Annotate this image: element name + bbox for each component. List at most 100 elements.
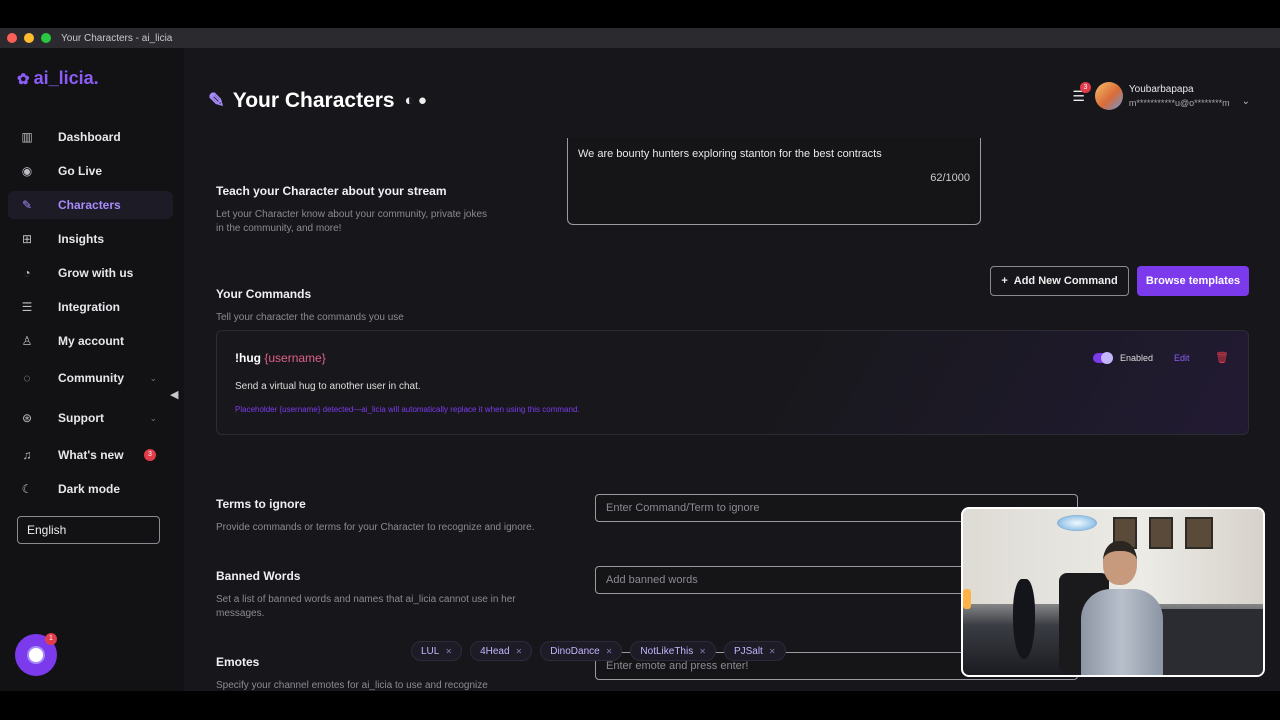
maximize-window-button[interactable] <box>41 33 51 43</box>
toggle-knob <box>1101 352 1113 364</box>
emote-chip: LUL ✕ <box>411 641 463 661</box>
webcam-overlay <box>961 507 1265 677</box>
remove-icon[interactable]: ✕ <box>606 647 613 656</box>
growth-icon: ◔ <box>23 266 31 280</box>
chat-bubble-icon <box>27 646 45 664</box>
sidebar: ✿ ai_licia. ▥ Dashboard ◉ Go Live ✎ Char… <box>0 48 184 691</box>
title-bar: Your Characters - ai_licia <box>0 28 1280 48</box>
logo[interactable]: ✿ ai_licia. <box>17 68 99 89</box>
sidebar-item-grow[interactable]: ◔ Grow with us <box>8 259 173 287</box>
add-command-button[interactable]: + Add New Command <box>990 266 1129 296</box>
sidebar-item-label: Integration <box>58 300 120 314</box>
webcam-poster <box>1185 517 1213 549</box>
sidebar-item-label: Dashboard <box>58 130 121 144</box>
command-placeholder-note: Placeholder {username} detected—ai_licia… <box>235 405 580 414</box>
sidebar-item-insights[interactable]: ⊞ Insights <box>8 225 173 253</box>
emote-chip-label: NotLikeThis <box>640 645 694 657</box>
remove-icon[interactable]: ✕ <box>769 647 776 656</box>
character-icon: ✎ <box>21 198 33 212</box>
stream-description-value: We are bounty hunters exploring stanton … <box>578 148 882 160</box>
emote-chip: PJSalt ✕ <box>723 641 786 661</box>
sidebar-item-label: Support <box>58 411 104 425</box>
command-placeholder: {username} <box>264 351 326 365</box>
status-icons: ◐ ● <box>404 92 427 109</box>
chevron-down-icon: ⌄ <box>149 372 157 383</box>
command-status: Enabled <box>1120 353 1154 363</box>
webcam-streamer-body <box>1081 589 1163 675</box>
remove-icon[interactable]: ✕ <box>699 647 706 656</box>
collapse-sidebar-icon[interactable]: ◀ <box>170 388 178 401</box>
emote-chip-label: LUL <box>421 645 440 657</box>
user-icon: ♙ <box>21 334 33 348</box>
sidebar-item-label: Characters <box>58 198 121 212</box>
moon-icon: ☾ <box>21 482 33 496</box>
trash-icon[interactable]: 🗑 <box>1215 351 1229 364</box>
character-icon: ✎ <box>208 90 225 112</box>
bar-chart-icon: ▥ <box>21 130 33 144</box>
sidebar-item-community[interactable]: ◌ Community ⌄ <box>8 364 173 392</box>
emote-chip-label: 4Head <box>480 645 510 657</box>
stream-description-field[interactable]: We are bounty hunters exploring stanton … <box>567 138 981 225</box>
sidebar-item-label: Insights <box>58 232 105 246</box>
avatar[interactable] <box>1094 82 1123 110</box>
edit-command-button[interactable]: Edit <box>1174 353 1190 363</box>
insights-icon: ⊞ <box>21 232 33 246</box>
add-command-label: Add New Command <box>1013 275 1118 287</box>
command-enabled-toggle[interactable] <box>1093 352 1113 364</box>
sidebar-item-my-account[interactable]: ♙ My account <box>8 327 173 355</box>
character-counter: 62/1000 <box>930 172 970 184</box>
chat-icon: ◌ <box>23 371 31 385</box>
sidebar-item-label: What's new <box>58 448 124 462</box>
whats-new-badge: 3 <box>144 449 156 461</box>
sidebar-item-label: My account <box>58 334 125 348</box>
banned-section-description: Set a list of banned words and names tha… <box>216 594 516 619</box>
emote-chip: NotLikeThis ✕ <box>630 641 716 661</box>
emotes-section-description: Specify your channel emotes for ai_licia… <box>216 680 488 691</box>
broadcast-icon: ◉ <box>21 164 33 178</box>
terms-section-title: Terms to ignore <box>216 497 306 511</box>
user-info[interactable]: Youbarbapapa m***********u@o********m <box>1129 84 1230 108</box>
integration-icon: ☰ <box>21 300 33 314</box>
sidebar-item-support[interactable]: ⊛ Support ⌄ <box>8 404 173 432</box>
command-description: Send a virtual hug to another user in ch… <box>235 381 421 392</box>
browse-templates-button[interactable]: Browse templates <box>1137 266 1249 296</box>
notification-badge: 3 <box>1079 81 1091 93</box>
webcam-light <box>963 589 971 609</box>
command-trigger: !hug <box>235 351 261 365</box>
remove-icon[interactable]: ✕ <box>445 647 452 656</box>
chevron-down-icon[interactable]: ⌄ <box>1242 96 1250 107</box>
sidebar-item-go-live[interactable]: ◉ Go Live <box>8 157 173 185</box>
bell-icon: ♫ <box>22 448 32 462</box>
webcam-streamer-head <box>1103 541 1137 585</box>
chat-badge: 1 <box>45 633 57 645</box>
plus-icon: + <box>1001 275 1008 287</box>
command-name: !hug {username} <box>235 351 326 365</box>
sidebar-item-label: Dark mode <box>58 482 121 496</box>
sidebar-item-whats-new[interactable]: ♫ What's new 3 <box>8 441 173 469</box>
command-card: !hug {username} Send a virtual hug to an… <box>216 330 1249 435</box>
commands-section-description: Tell your character the commands you use <box>216 312 404 323</box>
stream-section-description: Let your Character know about your commu… <box>216 209 488 234</box>
logo-text: ai_licia. <box>33 68 99 88</box>
chevron-down-icon: ⌄ <box>149 412 157 423</box>
page-title: ✎ Your Characters ◐ ● <box>208 88 427 113</box>
sidebar-item-characters[interactable]: ✎ Characters <box>8 191 173 219</box>
sidebar-item-dark-mode[interactable]: ☾ Dark mode <box>8 475 173 503</box>
emote-chip-list: LUL ✕ 4Head ✕ DinoDance ✕ NotLikeThis ✕ PJSa… <box>411 641 786 661</box>
window-title: Your Characters - ai_licia <box>61 32 173 44</box>
remove-icon[interactable]: ✕ <box>516 647 523 656</box>
language-select[interactable]: English <box>17 516 160 544</box>
emote-chip-label: PJSalt <box>733 645 763 657</box>
webcam-lamp <box>1057 515 1097 531</box>
sidebar-item-dashboard[interactable]: ▥ Dashboard <box>8 123 173 151</box>
notifications-button[interactable]: ☰ 3 <box>1072 81 1091 105</box>
sidebar-item-integration[interactable]: ☰ Integration <box>8 293 173 321</box>
close-window-button[interactable] <box>7 33 17 43</box>
user-name: Youbarbapapa <box>1128 84 1194 95</box>
sidebar-item-label: Community <box>58 371 124 385</box>
support-chat-button[interactable]: 1 <box>15 633 57 676</box>
page-title-text: Your Characters <box>232 88 395 112</box>
user-email: m***********u@o********m <box>1128 98 1230 108</box>
minimize-window-button[interactable] <box>24 33 34 43</box>
emotes-section-title: Emotes <box>216 655 260 669</box>
